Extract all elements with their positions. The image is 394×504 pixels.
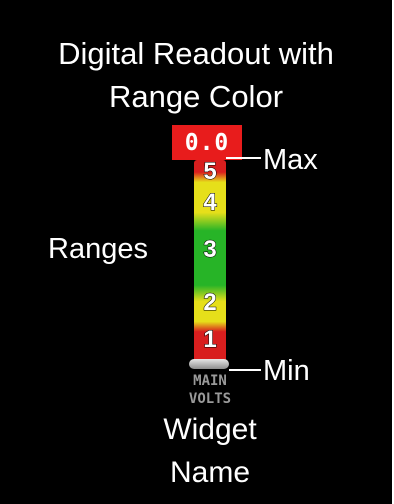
diagram-title-line-2: Range Color [108,79,284,114]
range-number-5: 5 [203,158,217,185]
widget-name-label-line-2: VOLTS [188,391,232,407]
range-color-bar: 5 4 3 2 1 [194,158,226,362]
widget-name-callout-line-1: Widget [163,413,257,446]
range-number-3: 3 [203,236,217,263]
gauge-min-marker [189,359,229,369]
widget-name-label-line-1: MAIN [193,373,227,389]
digital-readout: 0.0 [172,125,242,160]
range-number-4: 4 [203,189,217,216]
widget-name-callout-line-2: Name [169,456,251,489]
min-callout-label: Min [263,355,310,387]
max-callout-label: Max [263,144,318,176]
min-callout-line [229,369,261,371]
diagram-canvas: Digital Readout with Range Color 0.0 5 4… [0,0,392,504]
range-number-1: 1 [203,326,217,353]
ranges-callout-label: Ranges [48,233,148,265]
range-number-2: 2 [203,289,217,316]
readout-value: 0.0 [184,129,230,156]
diagram-title-line-1: Digital Readout with [58,36,334,71]
max-callout-line [226,157,261,159]
